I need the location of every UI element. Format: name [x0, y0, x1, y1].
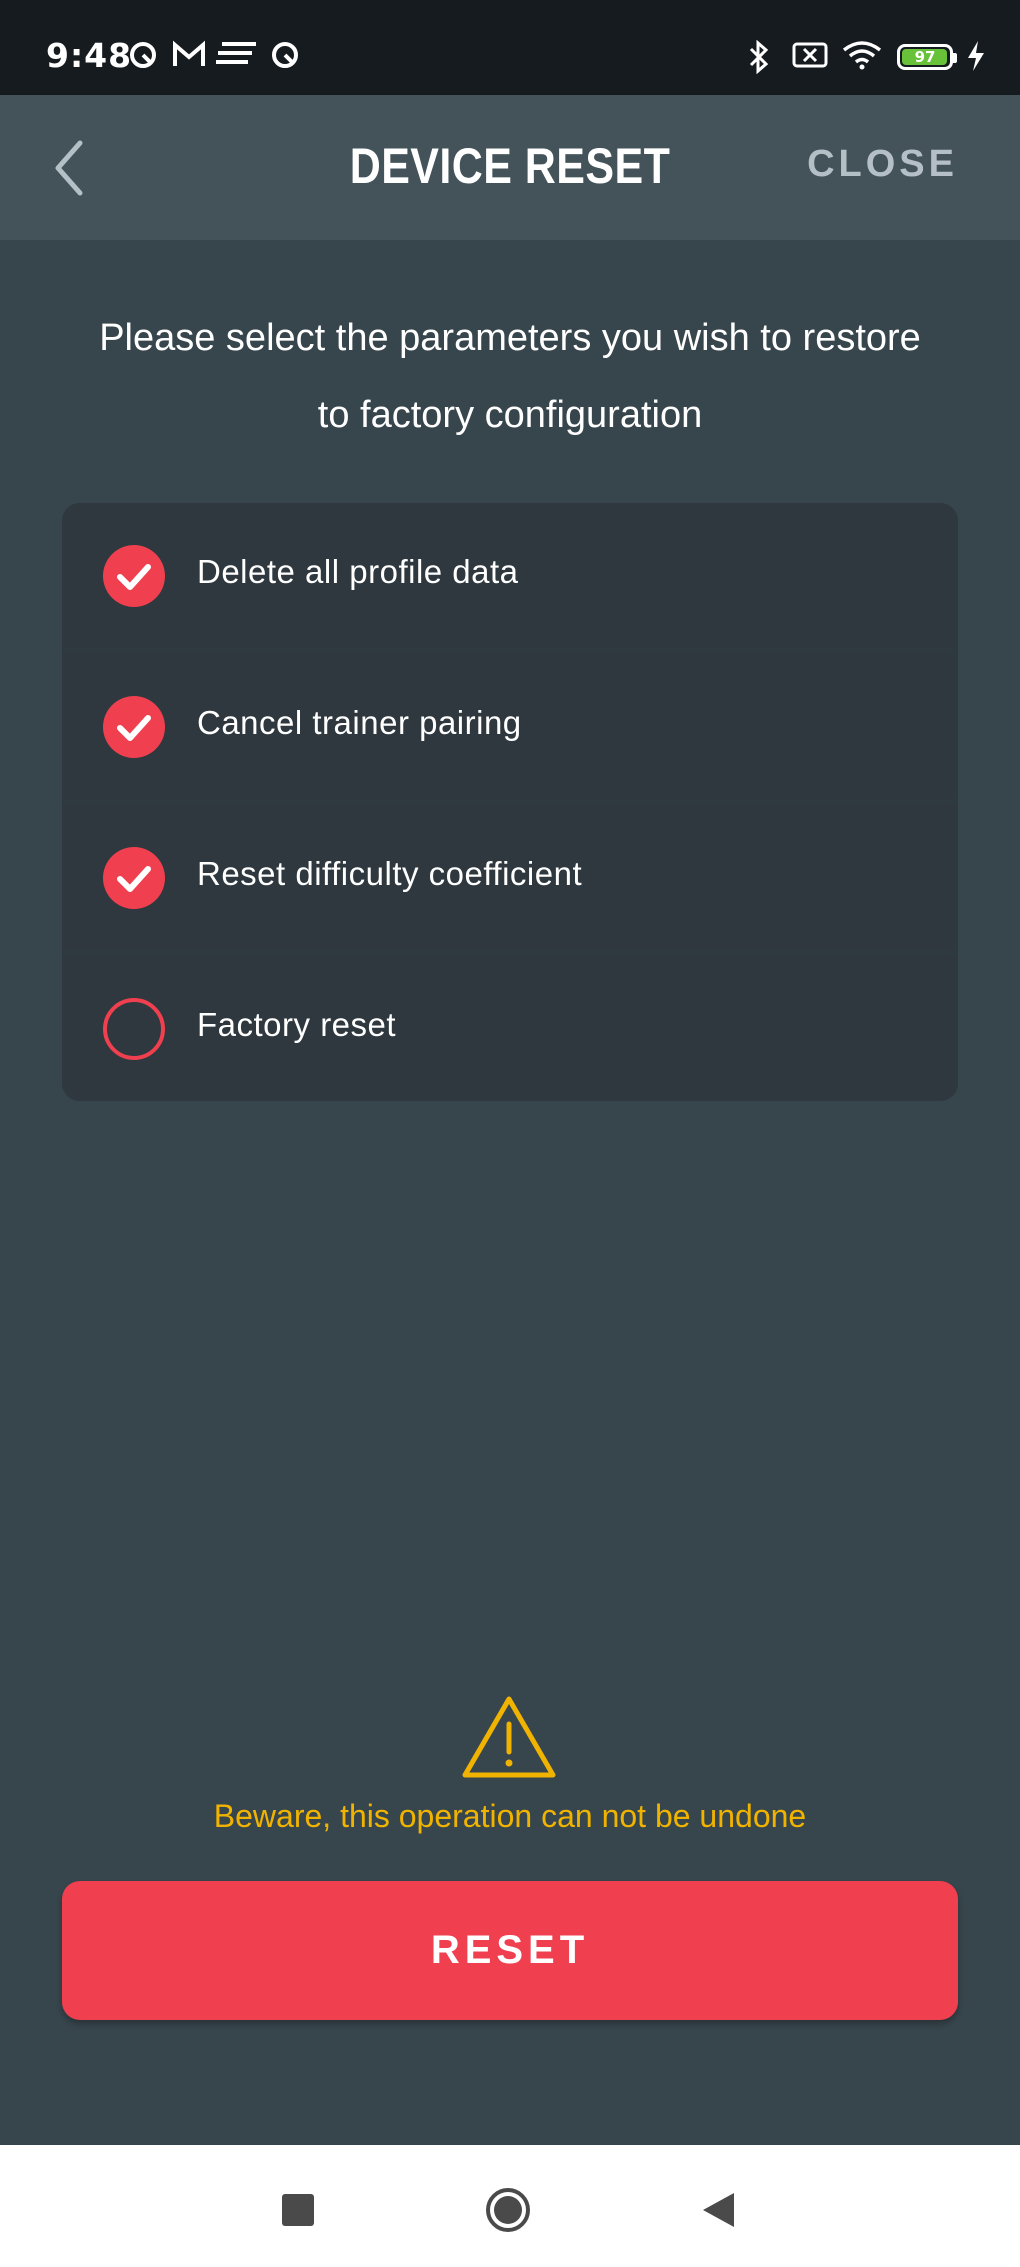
system-nav-bar	[0, 2145, 1020, 2267]
warning-text: Beware, this operation can not be undone	[213, 1798, 807, 1834]
menu-lines-icon	[216, 42, 256, 64]
reset-options-list: Delete all profile data Cancel trainer p…	[62, 503, 958, 1101]
gmail-icon	[173, 40, 205, 66]
battery-icon: 97	[897, 44, 957, 70]
back-triangle-icon	[703, 2193, 734, 2227]
checkmark-icon	[117, 715, 151, 741]
back-nav-button[interactable]	[700, 2191, 736, 2229]
charging-icon	[968, 41, 984, 71]
checkmark-icon	[117, 564, 151, 590]
wifi-icon	[842, 41, 882, 70]
home-icon	[486, 2188, 530, 2232]
battery-level: 97	[914, 48, 936, 66]
no-sim-icon	[792, 42, 828, 68]
option-label: Cancel trainer pairing	[197, 704, 522, 741]
app-notification-icon	[272, 42, 298, 68]
instruction-text: Please select the parameters you wish to…	[99, 317, 921, 436]
option-label: Factory reset	[197, 1006, 397, 1043]
option-cancel-trainer-pairing[interactable]: Cancel trainer pairing	[62, 654, 958, 799]
option-reset-difficulty-coefficient[interactable]: Reset difficulty coefficient	[62, 805, 958, 950]
status-time: 9:48	[46, 36, 133, 75]
app-notification-icon	[130, 42, 156, 68]
warning-icon	[462, 1696, 556, 1778]
close-button[interactable]: CLOSE	[807, 143, 958, 186]
recents-button[interactable]	[282, 2194, 314, 2226]
checkbox-checked[interactable]	[103, 847, 165, 909]
option-label: Reset difficulty coefficient	[197, 855, 583, 892]
home-button[interactable]	[485, 2187, 531, 2233]
app-header: DEVICE RESET CLOSE	[0, 95, 1020, 240]
checkbox-unchecked[interactable]	[103, 998, 165, 1060]
reset-button[interactable]: RESET	[62, 1881, 958, 2020]
option-factory-reset[interactable]: Factory reset	[62, 956, 958, 1101]
option-delete-profile-data[interactable]: Delete all profile data	[62, 503, 958, 648]
checkmark-icon	[117, 866, 151, 892]
bluetooth-icon	[749, 40, 769, 74]
checkbox-checked[interactable]	[103, 545, 165, 607]
option-label: Delete all profile data	[197, 553, 519, 590]
status-bar: 9:48 97	[0, 0, 1020, 95]
checkbox-checked[interactable]	[103, 696, 165, 758]
